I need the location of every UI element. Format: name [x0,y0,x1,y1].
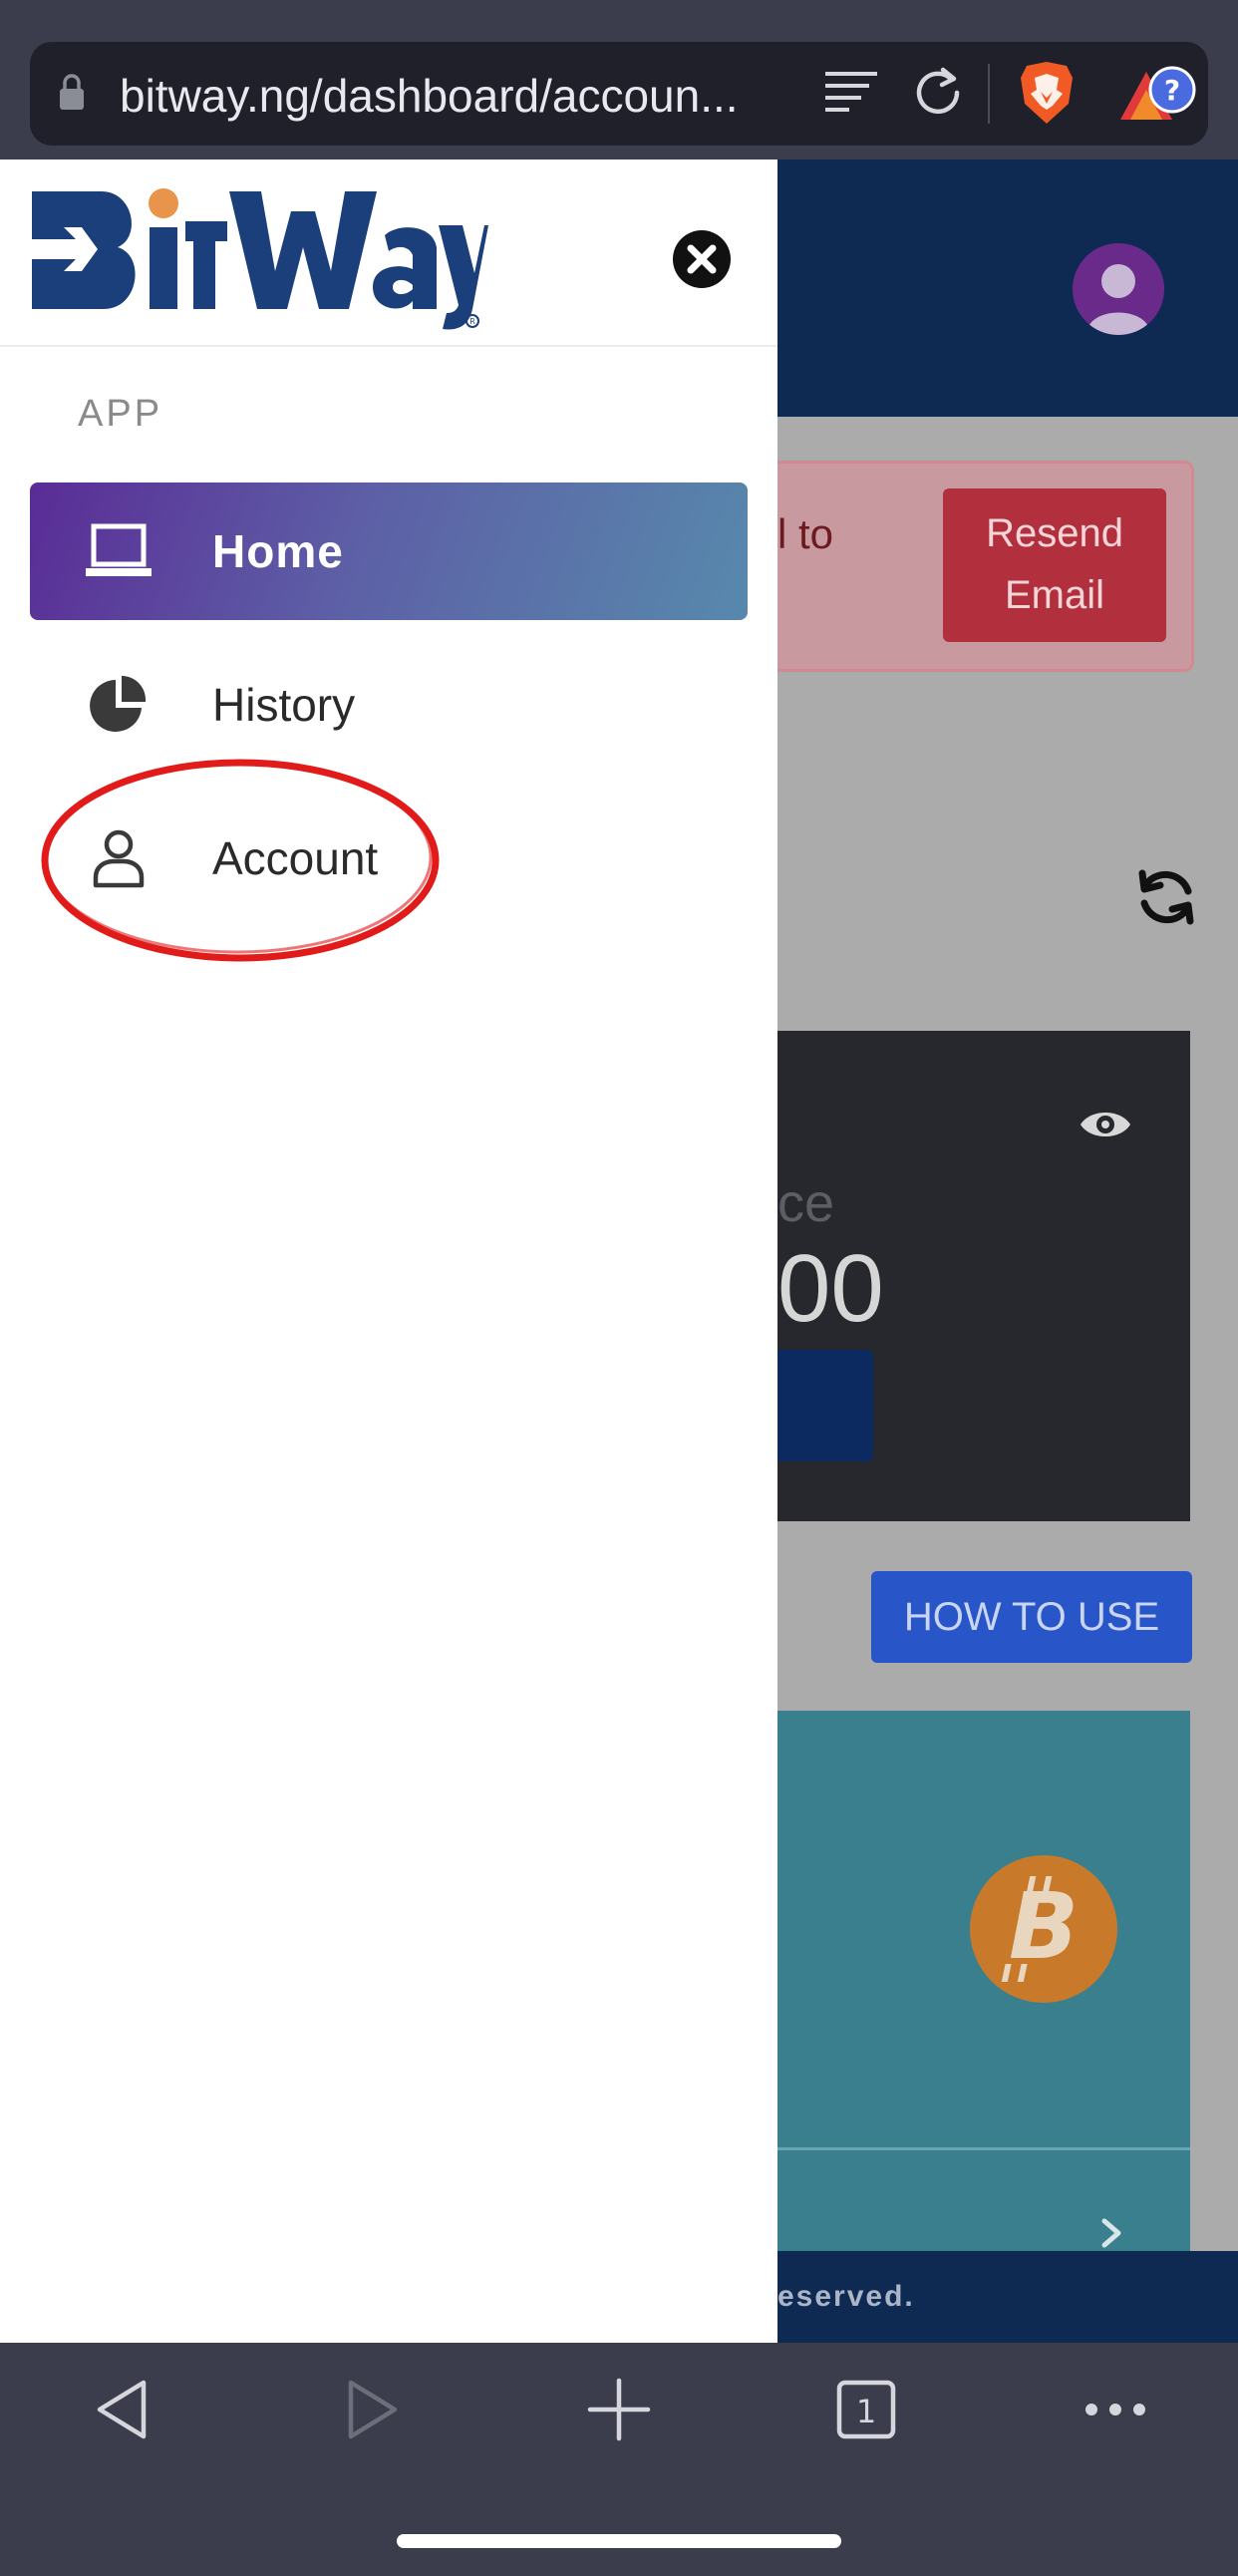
section-label-app: APP [78,393,163,435]
balance-amount: 00 [777,1235,884,1342]
chevron-right-icon[interactable] [1096,2215,1126,2251]
home-indicator [397,2534,841,2548]
footer-text: eserved. [777,2280,915,2313]
back-icon[interactable] [88,2375,157,2444]
avatar[interactable] [1073,243,1164,335]
toolbar-divider [988,64,990,124]
new-tab-icon[interactable] [584,2375,654,2444]
reader-mode-icon[interactable] [823,68,879,120]
screen: bitway.ng/dashboard/accoun... ? l to Res… [0,0,1238,2576]
balance-label: ce [777,1173,835,1233]
sidebar-item-account[interactable]: Account [30,790,748,927]
how-to-use-button[interactable]: HOW TO USE [871,1571,1192,1663]
tabs-icon[interactable]: 1 [831,2375,901,2444]
brave-shields-icon[interactable] [1019,60,1075,126]
svg-text:R: R [469,317,475,326]
page-header [777,160,1238,417]
refresh-icon[interactable] [1132,863,1200,931]
avatar-user-icon [1086,264,1150,335]
rewards-icon[interactable]: ? [1116,62,1200,124]
forward-icon[interactable] [337,2375,407,2444]
navigation-drawer: R APP Home History Account [0,160,777,2343]
close-icon[interactable] [672,229,732,289]
card-divider [777,2147,1190,2150]
reload-icon[interactable] [909,64,967,122]
bitcoin-icon: B [970,1855,1117,2003]
laptop-icon [86,523,152,576]
svg-text:1: 1 [856,2393,876,2430]
sidebar-item-label: Account [212,832,379,884]
resend-email-button[interactable]: Resend Email [943,488,1166,642]
user-icon [93,829,145,888]
background-page: l to Resend Email ce 00 HOW TO USE B ese… [777,160,1238,2343]
sidebar-item-label: History [212,679,356,731]
alert-text: l to [777,510,834,557]
sidebar-item-history[interactable]: History [30,636,748,774]
balance-action-button[interactable] [777,1350,873,1461]
svg-text:?: ? [1164,74,1180,107]
sidebar-item-label: Home [212,525,344,577]
url-text[interactable]: bitway.ng/dashboard/accoun... [120,66,777,126]
pie-chart-icon [90,675,147,732]
lock-icon [60,74,84,110]
bitway-logo: R [32,188,488,330]
eye-icon[interactable] [1079,1107,1132,1142]
sidebar-item-home[interactable]: Home [30,483,748,620]
more-options-icon[interactable] [1081,2375,1150,2444]
